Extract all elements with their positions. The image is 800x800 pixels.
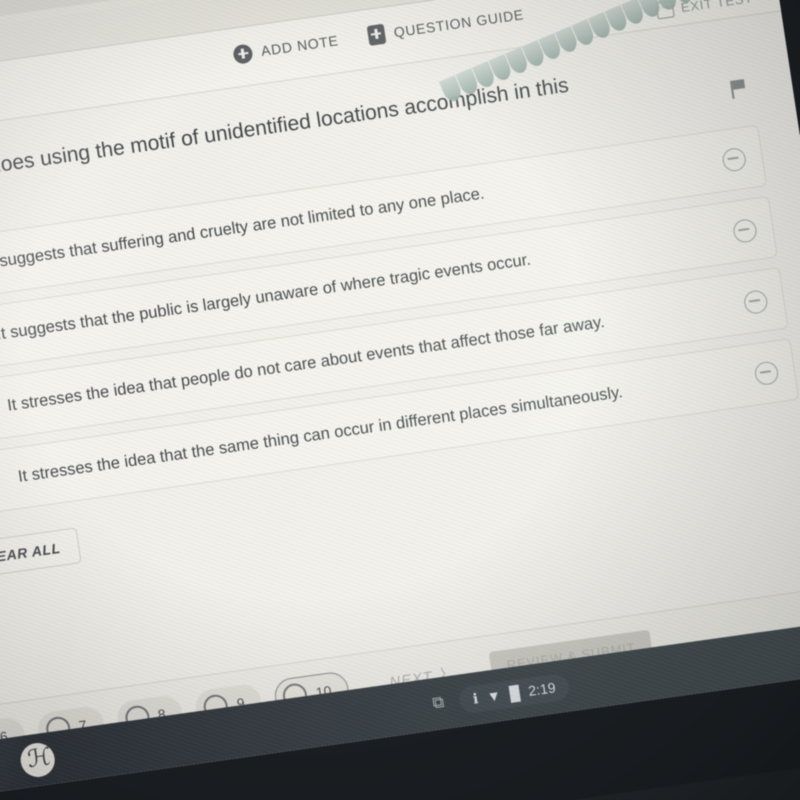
status-tray-group[interactable]: ℹ ▼ █ 2:19 — [457, 672, 571, 714]
question-guide-label: QUESTION GUIDE — [392, 6, 525, 41]
eliminate-option-icon[interactable] — [753, 360, 780, 386]
flag-cloth — [731, 79, 746, 90]
battery-icon: █ — [508, 684, 521, 702]
laptop-screen: 93957 ax-jhyb-boc × + − ❐ × ☆ — [0, 0, 800, 800]
info-icon: ℹ — [471, 689, 480, 707]
question-guide-icon — [366, 23, 387, 46]
exit-icon — [654, 0, 675, 20]
plus-circle-icon — [232, 42, 254, 65]
script-app-icon[interactable] — [18, 740, 58, 780]
eliminate-option-icon[interactable] — [742, 288, 769, 315]
question-guide-button[interactable]: QUESTION GUIDE — [366, 4, 526, 46]
add-note-label: ADD NOTE — [259, 32, 340, 59]
wifi-icon: ▼ — [485, 687, 502, 705]
eliminate-option-icon[interactable] — [721, 146, 748, 173]
eliminate-option-icon[interactable] — [731, 217, 759, 244]
shelf-app-icons — [0, 740, 58, 787]
downloads-icon[interactable] — [0, 748, 2, 787]
system-tray[interactable]: ⧉ ℹ ▼ █ 2:19 — [431, 672, 571, 718]
clear-all-button[interactable]: CLEAR ALL — [0, 527, 82, 580]
flag-question-icon[interactable] — [729, 79, 748, 99]
exit-test-label: EXIT TEST — [679, 0, 754, 16]
add-note-button[interactable]: ADD NOTE — [232, 31, 340, 65]
screen-content: 93957 ax-jhyb-boc × + − ❐ × ☆ — [0, 0, 800, 800]
photo-of-laptop-screen: 93957 ax-jhyb-boc × + − ❐ × ☆ — [0, 0, 800, 800]
cast-icon[interactable]: ⧉ — [431, 694, 445, 713]
clock: 2:19 — [527, 679, 557, 699]
